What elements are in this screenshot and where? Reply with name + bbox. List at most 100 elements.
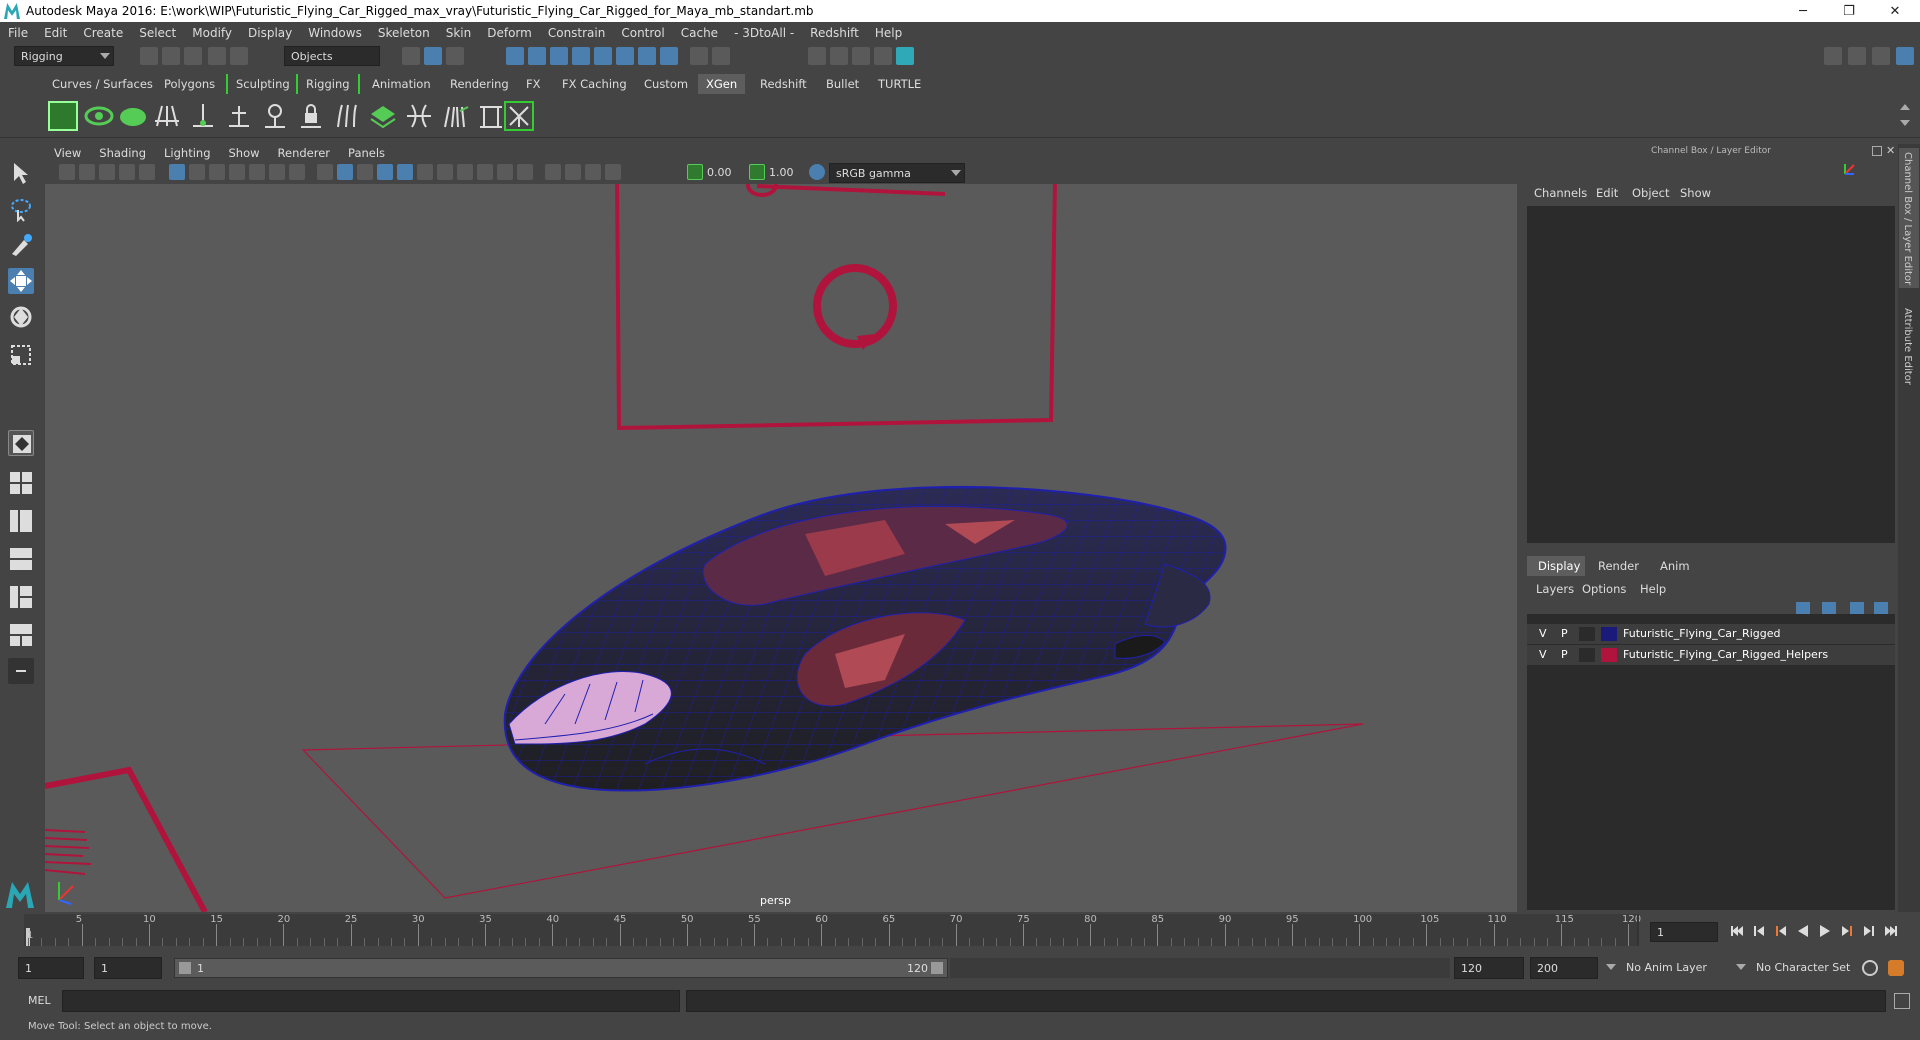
play-forward-icon[interactable] xyxy=(1818,924,1832,938)
tab-fx-caching[interactable]: FX Caching xyxy=(554,74,635,94)
menu-edit[interactable]: Edit xyxy=(36,26,75,40)
attribute-editor-icon[interactable] xyxy=(1848,47,1866,65)
layer-name[interactable]: Futuristic_Flying_Car_Rigged_Helpers xyxy=(1623,648,1828,661)
channel-box-area[interactable] xyxy=(1527,206,1895,543)
xgen-length-icon[interactable] xyxy=(476,101,506,131)
go-to-start-icon[interactable] xyxy=(1730,924,1744,938)
gamma-icon[interactable] xyxy=(749,164,765,180)
float-panel-icon[interactable] xyxy=(1872,146,1882,156)
channel-menu-channels[interactable]: Channels xyxy=(1534,186,1587,200)
current-frame-field[interactable]: 1 xyxy=(1650,922,1718,942)
safe-action-icon[interactable] xyxy=(269,164,285,180)
ipr-render-icon[interactable] xyxy=(852,47,870,65)
go-to-end-icon[interactable] xyxy=(1884,924,1898,938)
outliner-layout-icon[interactable] xyxy=(8,622,34,648)
isolate-select-icon[interactable] xyxy=(545,164,561,180)
motion-blur-icon[interactable] xyxy=(477,164,493,180)
select-object-icon[interactable] xyxy=(424,47,442,65)
safe-title-icon[interactable] xyxy=(289,164,305,180)
redo-icon[interactable] xyxy=(230,47,248,65)
grease-pencil-icon[interactable] xyxy=(139,164,155,180)
render-frame-icon[interactable] xyxy=(830,47,848,65)
construction-history-icon[interactable] xyxy=(616,47,634,65)
menu-skeleton[interactable]: Skeleton xyxy=(370,26,438,40)
layer-color-swatch[interactable] xyxy=(1601,648,1617,662)
layout-more-icon[interactable] xyxy=(8,658,34,684)
snap-live-icon[interactable] xyxy=(594,47,612,65)
xray-joints-icon[interactable] xyxy=(585,164,601,180)
menu-select[interactable]: Select xyxy=(131,26,184,40)
menu-display[interactable]: Display xyxy=(240,26,300,40)
undo-icon[interactable] xyxy=(208,47,226,65)
channel-menu-edit[interactable]: Edit xyxy=(1596,186,1618,200)
depth-of-field-icon[interactable] xyxy=(517,164,533,180)
xray-components-icon[interactable] xyxy=(605,164,621,180)
use-all-lights-icon[interactable] xyxy=(417,164,433,180)
menu-file[interactable]: File xyxy=(0,26,36,40)
snap-point-icon[interactable] xyxy=(550,47,568,65)
range-end-handle[interactable] xyxy=(931,962,943,974)
menu-cache[interactable]: Cache xyxy=(673,26,726,40)
restore-button[interactable]: ❐ xyxy=(1826,0,1872,22)
playback-end-field[interactable]: 120 xyxy=(1454,957,1524,979)
shelf-scroll-down-icon[interactable] xyxy=(1900,120,1910,126)
smooth-shade-icon[interactable] xyxy=(337,164,353,180)
layer-menu-options[interactable]: Options xyxy=(1582,582,1626,596)
ambient-occlusion-icon[interactable] xyxy=(457,164,473,180)
step-back-key-icon[interactable] xyxy=(1774,924,1788,938)
wireframe-on-shaded-icon[interactable] xyxy=(377,164,393,180)
side-tab-channel-box[interactable]: Channel Box / Layer Editor xyxy=(1902,152,1913,285)
shelf-scroll-up-icon[interactable] xyxy=(1900,104,1910,110)
animation-end-field[interactable]: 200 xyxy=(1530,957,1598,979)
animation-preferences-icon[interactable] xyxy=(1888,960,1904,976)
symmetry-icon[interactable] xyxy=(638,47,656,65)
image-plane-icon[interactable] xyxy=(119,164,135,180)
shadows-icon[interactable] xyxy=(437,164,453,180)
range-slider-track[interactable] xyxy=(950,958,1450,978)
open-scene-icon[interactable] xyxy=(162,47,180,65)
gate-mask-icon[interactable] xyxy=(229,164,245,180)
snap-grid-icon[interactable] xyxy=(506,47,524,65)
xgen-modifier-icon[interactable] xyxy=(440,101,470,131)
single-perspective-layout-icon[interactable] xyxy=(8,430,34,456)
move-tool-icon[interactable] xyxy=(8,268,34,294)
layer-name[interactable]: Futuristic_Flying_Car_Rigged xyxy=(1623,627,1780,640)
command-language-label[interactable]: MEL xyxy=(28,994,51,1007)
play-backward-icon[interactable] xyxy=(1796,924,1810,938)
menu-create[interactable]: Create xyxy=(75,26,131,40)
resolution-gate-icon[interactable] xyxy=(209,164,225,180)
step-forward-key-icon[interactable] xyxy=(1840,924,1854,938)
default-material-icon[interactable] xyxy=(357,164,373,180)
viewport-menu-view[interactable]: View xyxy=(45,146,90,160)
side-tab-attribute-editor[interactable]: Attribute Editor xyxy=(1902,308,1913,385)
layer-menu-layers[interactable]: Layers xyxy=(1536,582,1574,596)
lock-icon[interactable] xyxy=(690,47,708,65)
color-space-dropdown[interactable]: sRGB gamma xyxy=(829,163,965,183)
tab-rendering[interactable]: Rendering xyxy=(442,74,517,94)
tab-display[interactable]: Display xyxy=(1538,559,1580,573)
move-layer-up-icon[interactable] xyxy=(1796,602,1810,614)
tab-rigging[interactable]: Rigging xyxy=(296,74,360,94)
tab-redshift[interactable]: Redshift xyxy=(752,74,815,94)
layer-visibility-toggle[interactable]: V xyxy=(1539,627,1547,640)
layer-row[interactable]: V P Futuristic_Flying_Car_Rigged_Helpers xyxy=(1527,645,1895,665)
time-slider[interactable]: 1 5 10 15 20 25 30 35 40 45 50 55 60 65 70 75 80 85 90 95 1… xyxy=(24,914,1641,946)
xgen-groom-icon[interactable] xyxy=(152,101,182,131)
save-scene-icon[interactable] xyxy=(184,47,202,65)
film-gate-icon[interactable] xyxy=(189,164,205,180)
tab-anim[interactable]: Anim xyxy=(1660,559,1690,573)
layer-visibility-toggle[interactable]: V xyxy=(1539,648,1547,661)
xgen-guides-to-curves-icon[interactable] xyxy=(332,101,362,131)
tab-turtle[interactable]: TURTLE xyxy=(870,74,929,94)
lasso-tool-icon[interactable] xyxy=(8,196,34,223)
help-icon[interactable] xyxy=(660,47,678,65)
camera-select-icon[interactable] xyxy=(59,164,75,180)
rotate-tool-icon[interactable] xyxy=(8,304,34,330)
move-layer-down-icon[interactable] xyxy=(1822,602,1836,614)
anim-layer-dropdown[interactable]: No Anim Layer xyxy=(1606,958,1744,978)
menu-redshift[interactable]: Redshift xyxy=(802,26,867,40)
camera-attributes-icon[interactable] xyxy=(79,164,95,180)
tab-custom[interactable]: Custom xyxy=(636,74,696,94)
persp-viewport[interactable] xyxy=(45,184,1517,912)
menu-deform[interactable]: Deform xyxy=(479,26,540,40)
